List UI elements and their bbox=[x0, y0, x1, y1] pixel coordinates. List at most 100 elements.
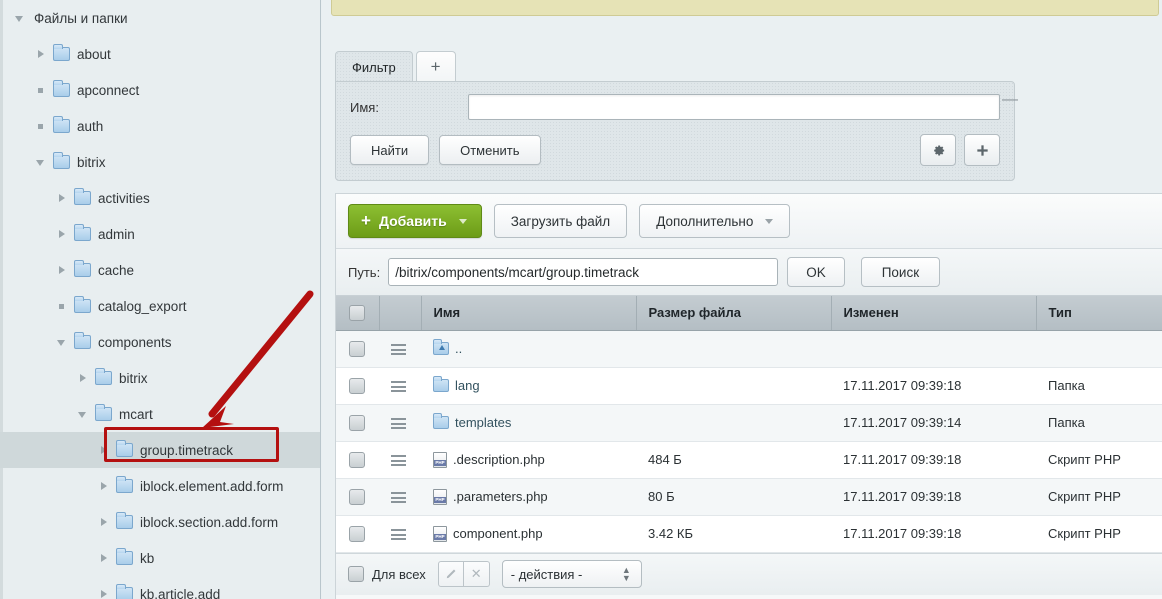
tab-filter[interactable]: Фильтр bbox=[335, 51, 413, 82]
header-name[interactable]: Имя bbox=[421, 296, 636, 330]
chevron-down-icon[interactable] bbox=[12, 10, 28, 26]
tree-item-iblock-element-add-form[interactable]: iblock.element.add.form bbox=[0, 468, 320, 504]
chevron-right-icon[interactable] bbox=[96, 586, 112, 599]
row-checkbox[interactable] bbox=[349, 378, 365, 394]
chevron-right-icon[interactable] bbox=[96, 442, 112, 458]
row-name-cell[interactable]: .description.php bbox=[421, 441, 636, 478]
tab-add-filter[interactable]: + bbox=[416, 51, 456, 82]
add-button[interactable]: + Добавить bbox=[348, 204, 482, 238]
menu-icon[interactable] bbox=[391, 492, 406, 503]
row-name-cell[interactable]: templates bbox=[421, 404, 636, 441]
row-checkbox-cell[interactable] bbox=[336, 478, 379, 515]
row-menu-cell[interactable] bbox=[379, 367, 421, 404]
chevron-down-icon[interactable] bbox=[75, 406, 91, 422]
chevron-right-icon[interactable] bbox=[96, 514, 112, 530]
header-size[interactable]: Размер файла bbox=[636, 296, 831, 330]
menu-icon[interactable] bbox=[391, 455, 406, 466]
tree-item-auth[interactable]: auth bbox=[0, 108, 320, 144]
tree-item-kb-article-add[interactable]: kb.article.add bbox=[0, 576, 320, 599]
tree-item-bitrix[interactable]: bitrix bbox=[0, 360, 320, 396]
row-name-cell[interactable]: lang bbox=[421, 367, 636, 404]
tree-item-activities[interactable]: activities bbox=[0, 180, 320, 216]
select-all-checkbox[interactable] bbox=[349, 305, 365, 321]
bullet-icon[interactable] bbox=[33, 82, 49, 98]
tree-item-apconnect[interactable]: apconnect bbox=[0, 72, 320, 108]
row-checkbox-cell[interactable] bbox=[336, 441, 379, 478]
tree-item-components[interactable]: components bbox=[0, 324, 320, 360]
chevron-right-icon[interactable] bbox=[96, 478, 112, 494]
tree-item-catalog-export[interactable]: catalog_export bbox=[0, 288, 320, 324]
actions-select[interactable]: - действия - ▲▼ bbox=[502, 560, 642, 588]
file-name-label[interactable]: .. bbox=[455, 341, 462, 356]
table-row[interactable]: .parameters.php80 Б17.11.2017 09:39:18Ск… bbox=[336, 478, 1162, 515]
row-checkbox-cell[interactable] bbox=[336, 515, 379, 552]
gear-icon[interactable] bbox=[920, 134, 956, 166]
find-button[interactable]: Найти bbox=[350, 135, 429, 165]
path-input[interactable] bbox=[388, 258, 778, 286]
tree-item-group-timetrack[interactable]: group.timetrack bbox=[0, 432, 320, 468]
chevron-right-icon[interactable] bbox=[54, 190, 70, 206]
bullet-icon[interactable] bbox=[54, 298, 70, 314]
file-name-label[interactable]: .parameters.php bbox=[453, 489, 548, 504]
ok-button[interactable]: OK bbox=[787, 257, 845, 287]
tree-item-mcart[interactable]: mcart bbox=[0, 396, 320, 432]
tree-item-about[interactable]: about bbox=[0, 36, 320, 72]
row-menu-cell[interactable] bbox=[379, 478, 421, 515]
tree-item-bitrix[interactable]: bitrix bbox=[0, 144, 320, 180]
chevron-right-icon[interactable] bbox=[75, 370, 91, 386]
row-menu-cell[interactable] bbox=[379, 404, 421, 441]
chevron-down-icon[interactable] bbox=[54, 334, 70, 350]
menu-icon[interactable] bbox=[391, 381, 406, 392]
select-all-header[interactable] bbox=[336, 296, 379, 330]
row-checkbox[interactable] bbox=[349, 341, 365, 357]
table-row[interactable]: lang17.11.2017 09:39:18Папка bbox=[336, 367, 1162, 404]
filter-name-input[interactable] bbox=[468, 94, 1000, 120]
tree-item-kb[interactable]: kb bbox=[0, 540, 320, 576]
file-name-label[interactable]: templates bbox=[455, 415, 511, 430]
row-checkbox-cell[interactable] bbox=[336, 367, 379, 404]
search-button[interactable]: Поиск bbox=[861, 257, 940, 287]
table-row[interactable]: .. bbox=[336, 330, 1162, 367]
table-row[interactable]: .description.php484 Б17.11.2017 09:39:18… bbox=[336, 441, 1162, 478]
add-filter-icon[interactable] bbox=[964, 134, 1000, 166]
file-name-label[interactable]: lang bbox=[455, 378, 480, 393]
chevron-right-icon[interactable] bbox=[33, 46, 49, 62]
table-row[interactable]: templates17.11.2017 09:39:14Папка bbox=[336, 404, 1162, 441]
tree-item-admin[interactable]: admin bbox=[0, 216, 320, 252]
cancel-button[interactable]: Отменить bbox=[439, 135, 540, 165]
close-icon[interactable]: ✕ bbox=[464, 561, 490, 587]
file-name-label[interactable]: component.php bbox=[453, 526, 543, 541]
menu-icon[interactable] bbox=[391, 529, 406, 540]
chevron-down-icon[interactable] bbox=[33, 154, 49, 170]
file-name-label[interactable]: .description.php bbox=[453, 452, 545, 467]
bullet-icon[interactable] bbox=[33, 118, 49, 134]
more-actions-button[interactable]: Дополнительно bbox=[639, 204, 790, 238]
row-checkbox[interactable] bbox=[349, 489, 365, 505]
row-name-cell[interactable]: .. bbox=[421, 330, 636, 367]
select-all-footer-checkbox[interactable] bbox=[348, 566, 364, 582]
tree-item--[interactable]: Файлы и папки bbox=[0, 0, 320, 36]
upload-file-button[interactable]: Загрузить файл bbox=[494, 204, 627, 238]
row-name-cell[interactable]: .parameters.php bbox=[421, 478, 636, 515]
row-checkbox-cell[interactable] bbox=[336, 404, 379, 441]
menu-icon[interactable] bbox=[391, 418, 406, 429]
minimize-icon[interactable]: — bbox=[1000, 90, 1020, 110]
tree-item-cache[interactable]: cache bbox=[0, 252, 320, 288]
pencil-icon[interactable] bbox=[438, 561, 464, 587]
tree-item-iblock-section-add-form[interactable]: iblock.section.add.form bbox=[0, 504, 320, 540]
row-name-cell[interactable]: component.php bbox=[421, 515, 636, 552]
chevron-right-icon[interactable] bbox=[54, 262, 70, 278]
header-type[interactable]: Тип bbox=[1036, 296, 1162, 330]
menu-icon[interactable] bbox=[391, 344, 406, 355]
row-menu-cell[interactable] bbox=[379, 515, 421, 552]
chevron-right-icon[interactable] bbox=[54, 226, 70, 242]
row-checkbox-cell[interactable] bbox=[336, 330, 379, 367]
row-checkbox[interactable] bbox=[349, 526, 365, 542]
chevron-right-icon[interactable] bbox=[96, 550, 112, 566]
row-checkbox[interactable] bbox=[349, 415, 365, 431]
row-menu-cell[interactable] bbox=[379, 441, 421, 478]
row-checkbox[interactable] bbox=[349, 452, 365, 468]
table-row[interactable]: component.php3.42 КБ17.11.2017 09:39:18С… bbox=[336, 515, 1162, 552]
header-modified[interactable]: Изменен bbox=[831, 296, 1036, 330]
row-menu-cell[interactable] bbox=[379, 330, 421, 367]
